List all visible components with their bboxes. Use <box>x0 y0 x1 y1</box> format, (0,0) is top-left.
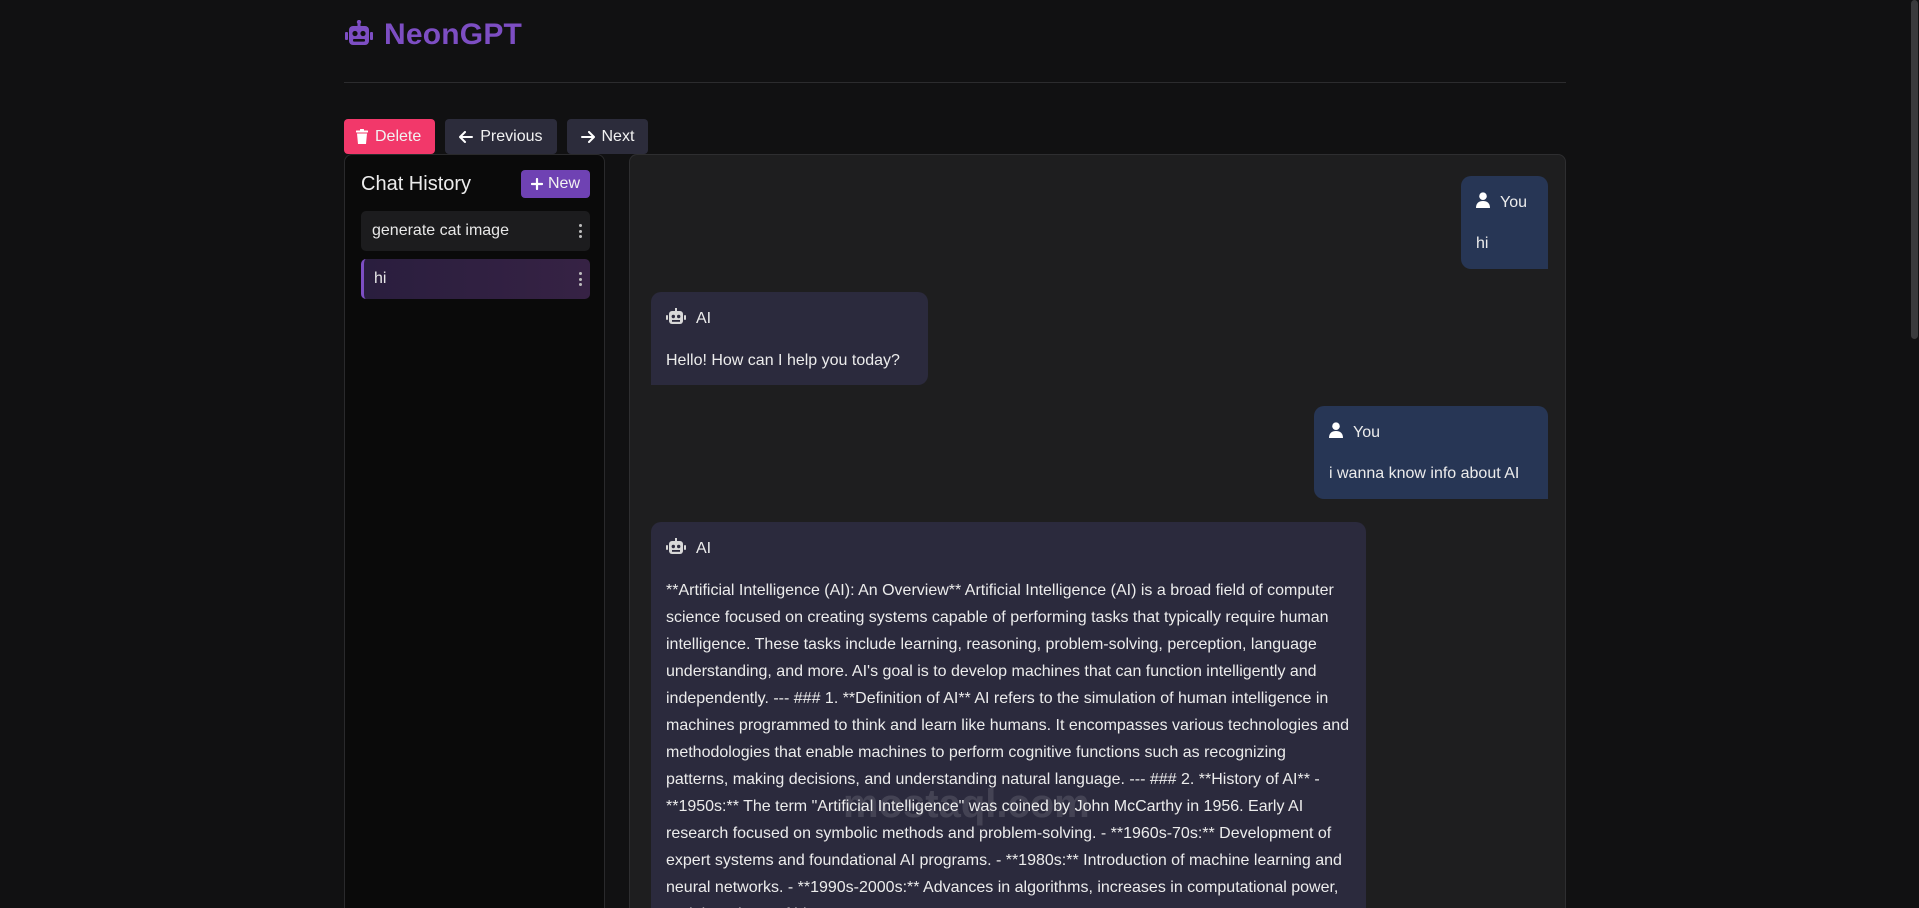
history-item-active[interactable]: hi <box>361 259 590 299</box>
trash-icon <box>356 129 368 144</box>
message-header: AI <box>666 538 1350 560</box>
delete-label: Delete <box>375 127 422 145</box>
message-text: **Artificial Intelligence (AI): An Overv… <box>666 582 1350 908</box>
next-label: Next <box>601 127 635 145</box>
message-text: Hello! How can I help you today? <box>666 352 900 369</box>
previous-label: Previous <box>480 127 543 145</box>
message-user: You i wanna know info about AI <box>1314 406 1548 499</box>
arrow-left-icon <box>459 130 474 143</box>
message-user: You hi <box>1461 176 1548 269</box>
sidebar-header: Chat History New <box>345 155 604 198</box>
history-item-label: generate cat image <box>372 222 509 239</box>
message-author: AI <box>696 540 712 557</box>
page-scrollbar[interactable] <box>1911 0 1918 339</box>
new-chat-label: New <box>547 175 580 192</box>
history-list: generate cat image hi <box>345 198 604 299</box>
message-ai: AI **Artificial Intelligence (AI): An Ov… <box>651 522 1366 908</box>
delete-button[interactable]: Delete <box>344 119 436 154</box>
kebab-menu-icon[interactable] <box>578 224 582 238</box>
message-ai: AI Hello! How can I help you today? <box>651 292 928 385</box>
app-title: NeonGPT <box>384 18 523 51</box>
history-item-label: hi <box>374 270 387 287</box>
message-header: AI <box>666 308 912 330</box>
chat-panel[interactable]: You hi AI Hello! How can I help you toda… <box>629 154 1566 908</box>
user-icon <box>1476 192 1490 213</box>
toolbar: Delete Previous Next <box>344 119 649 154</box>
message-author: AI <box>696 310 712 327</box>
history-item[interactable]: generate cat image <box>361 211 590 251</box>
plus-icon <box>530 178 543 190</box>
kebab-menu-icon[interactable] <box>578 272 582 286</box>
message-header: You <box>1476 192 1532 213</box>
brand[interactable]: NeonGPT <box>344 18 522 52</box>
next-button[interactable]: Next <box>566 119 649 154</box>
new-chat-button[interactable]: New <box>520 170 590 198</box>
message-header: You <box>1329 422 1532 443</box>
robot-icon <box>666 308 686 330</box>
sidebar-title: Chat History <box>361 172 472 195</box>
message-text: i wanna know info about AI <box>1329 465 1520 482</box>
previous-button[interactable]: Previous <box>445 119 557 154</box>
user-icon <box>1329 422 1343 443</box>
main-container: NeonGPT Delete Previous Next Chat Histor… <box>344 0 1566 908</box>
app-window: NeonGPT Delete Previous Next Chat Histor… <box>0 0 1919 908</box>
robot-icon <box>666 538 686 560</box>
chat-history-sidebar: Chat History New generate cat image hi <box>344 154 605 908</box>
message-author: You <box>1500 193 1527 211</box>
robot-icon <box>344 19 374 50</box>
message-author: You <box>1353 423 1380 441</box>
app-header: NeonGPT <box>344 0 1566 83</box>
message-text: hi <box>1476 235 1489 252</box>
arrow-right-icon <box>580 130 595 143</box>
